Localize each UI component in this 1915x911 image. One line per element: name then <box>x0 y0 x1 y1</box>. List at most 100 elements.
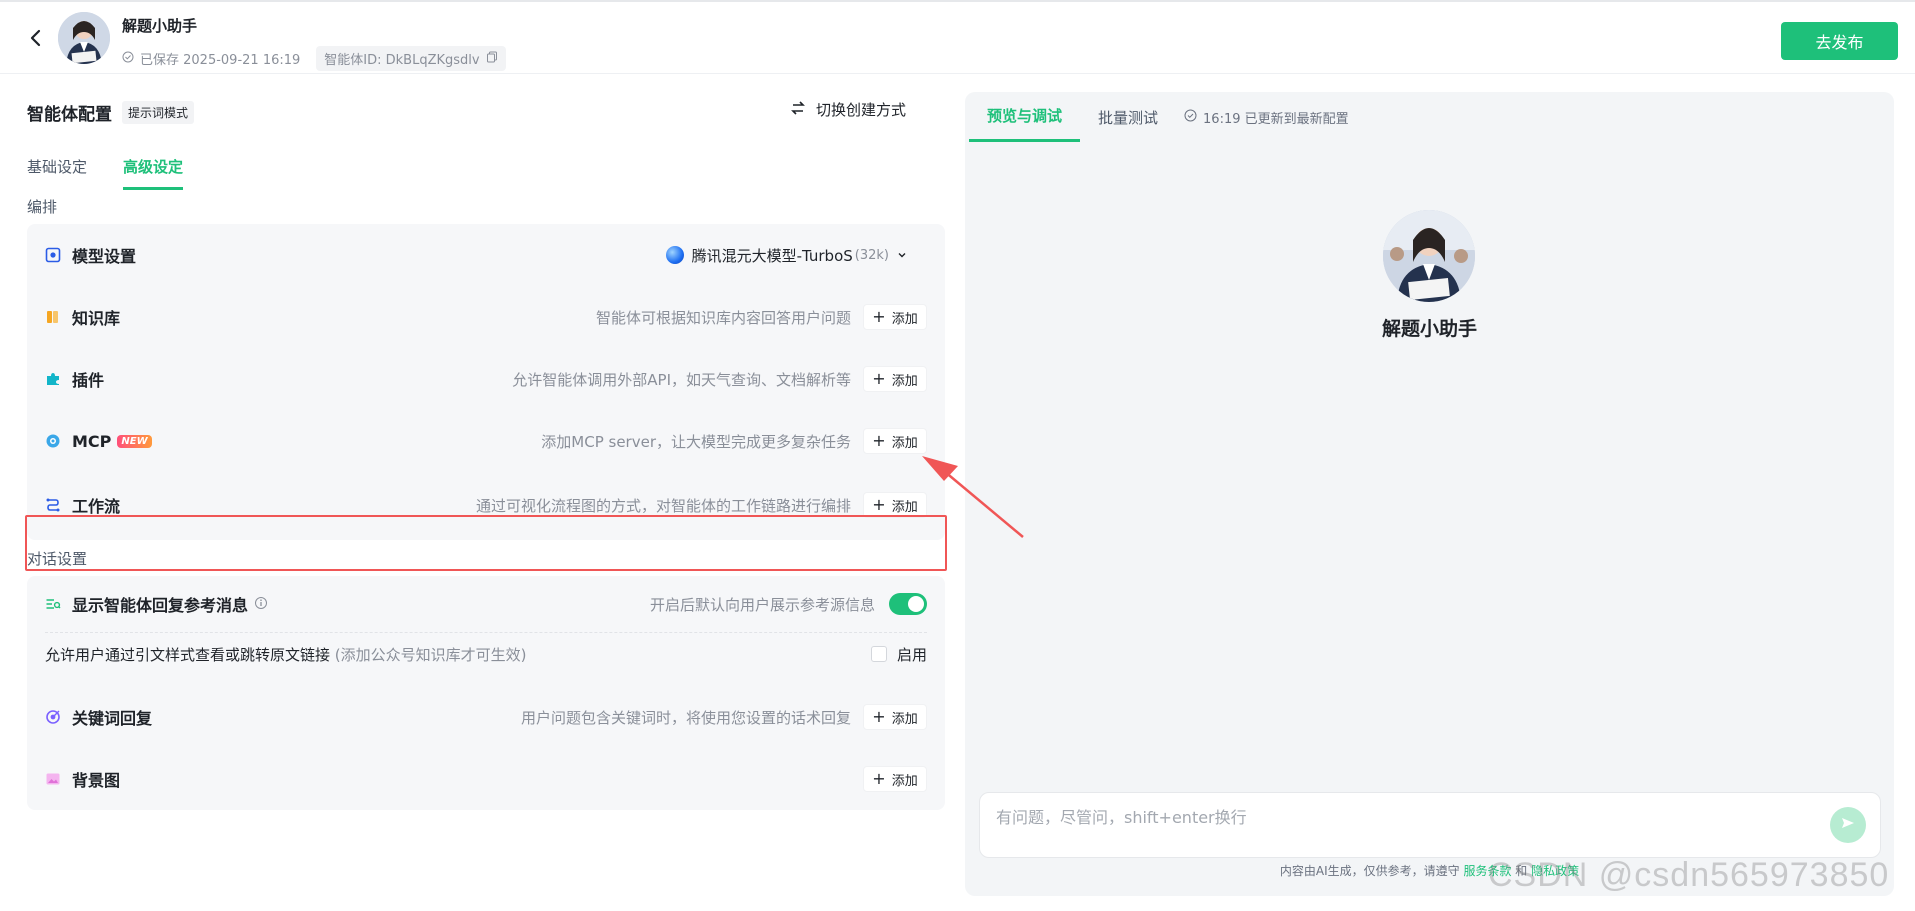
config-title-text: 智能体配置 <box>27 105 112 125</box>
send-icon <box>1840 815 1856 835</box>
knowledge-row: 知识库 智能体可根据知识库内容回答用户问题 + 添加 <box>27 286 945 348</box>
saved-status: 已保存 2025-09-21 16:19 <box>140 53 301 68</box>
plus-icon: + <box>872 431 886 450</box>
mcp-label: MCP <box>72 431 112 451</box>
header-meta: 已保存 2025-09-21 16:19 智能体ID: DkBLqZKgsdlv <box>122 46 506 71</box>
add-workflow-label: 添加 <box>891 499 918 515</box>
add-background-image-button[interactable]: + 添加 <box>863 766 927 792</box>
add-mcp-button[interactable]: + 添加 <box>863 428 927 454</box>
add-plugin-button[interactable]: + 添加 <box>863 366 927 392</box>
section-orchestration: 编排 <box>27 198 58 216</box>
check-circle-icon <box>1184 109 1197 126</box>
keyword-reply-row: 关键词回复 用户问题包含关键词时，将使用您设置的话术回复 + 添加 <box>27 686 945 748</box>
workflow-icon <box>45 497 61 513</box>
image-icon <box>45 771 61 787</box>
copy-icon[interactable] <box>486 51 498 67</box>
citation-link-row: 允许用户通过引文样式查看或跳转原文链接 (添加公众号知识库才可生效) 启用 <box>27 632 945 676</box>
workflow-row: 工作流 通过可视化流程图的方式，对智能体的工作链路进行编排 + 添加 <box>27 474 945 536</box>
citation-link-text: 允许用户通过引文样式查看或跳转原文链接 <box>45 645 331 664</box>
plugin-label: 插件 <box>72 371 105 390</box>
model-context: (32k) <box>854 247 889 263</box>
citation-link-hint: (添加公众号知识库才可生效) <box>334 645 527 664</box>
add-plugin-label: 添加 <box>891 373 918 389</box>
plus-icon: + <box>872 369 886 388</box>
enable-citation-checkbox-wrap: 启用 <box>870 644 927 665</box>
plugin-desc: 允许智能体调用外部API，如天气查询、文档解析等 <box>512 370 851 389</box>
plus-icon: + <box>872 495 886 514</box>
config-update-status: 16:19 已更新到最新配置 <box>1184 108 1349 127</box>
reference-msg-toggle[interactable] <box>889 593 927 615</box>
config-panel: 智能体配置 提示词模式 切换创建方式 基础设定 高级设定 编排 模型设置 腾讯混… <box>25 90 947 890</box>
keyword-reply-label: 关键词回复 <box>72 709 153 728</box>
new-badge: NEW <box>117 434 152 448</box>
preview-panel: 预览与调试 批量测试 16:19 已更新到最新配置 解题小助手 有问题，尽管问，… <box>965 92 1894 896</box>
add-mcp-label: 添加 <box>891 435 918 451</box>
agent-id-text: 智能体ID: DkBLqZKgsdlv <box>324 53 480 68</box>
knowledge-book-icon <box>45 309 61 325</box>
hunyuan-logo-icon <box>665 246 684 264</box>
knowledge-desc: 智能体可根据知识库内容回答用户问题 <box>595 308 851 327</box>
plus-icon: + <box>872 769 886 788</box>
model-settings-row: 模型设置 腾讯混元大模型-TurboS (32k) <box>27 224 945 286</box>
model-select-dropdown[interactable]: 腾讯混元大模型-TurboS (32k) <box>665 245 907 266</box>
keyword-reply-desc: 用户问题包含关键词时，将使用您设置的话术回复 <box>520 708 851 727</box>
plus-icon: + <box>872 707 886 726</box>
mcp-label-wrap: MCP NEW <box>72 432 152 451</box>
background-image-label: 背景图 <box>72 771 121 790</box>
agent-title: 解题小助手 <box>122 17 198 35</box>
orchestration-group: 模型设置 腾讯混元大模型-TurboS (32k) 知识库 智能体可根据知识库内… <box>27 224 945 540</box>
add-keyword-reply-button[interactable]: + 添加 <box>863 704 927 730</box>
tab-basic-settings[interactable]: 基础设定 <box>27 156 87 190</box>
back-arrow-icon[interactable] <box>24 26 48 50</box>
preview-tabs: 预览与调试 批量测试 16:19 已更新到最新配置 <box>969 92 1349 142</box>
tab-batch-test[interactable]: 批量测试 <box>1080 92 1176 142</box>
knowledge-label: 知识库 <box>72 309 121 328</box>
chevron-down-icon <box>897 246 907 264</box>
plugin-row: 插件 允许智能体调用外部API，如天气查询、文档解析等 + 添加 <box>27 348 945 410</box>
enable-citation-label: 启用 <box>896 645 927 664</box>
saved-check-icon <box>122 51 134 67</box>
send-button[interactable] <box>1830 807 1866 843</box>
workflow-label: 工作流 <box>72 497 121 516</box>
reference-msg-label: 显示智能体回复参考消息 <box>72 596 249 615</box>
agent-id-tag: 智能体ID: DkBLqZKgsdlv <box>316 46 506 71</box>
reference-msg-row: 显示智能体回复参考消息 开启后默认向用户展示参考源信息 <box>27 576 945 632</box>
top-header: 解题小助手 已保存 2025-09-21 16:19 智能体ID: DkBLqZ… <box>0 0 1915 74</box>
reference-msg-desc: 开启后默认向用户展示参考源信息 <box>649 595 875 614</box>
dialogue-group: 显示智能体回复参考消息 开启后默认向用户展示参考源信息 允许用户通过引文样式查看… <box>27 576 945 810</box>
config-tabs: 基础设定 高级设定 <box>27 156 184 190</box>
publish-button[interactable]: 去发布 <box>1781 22 1898 60</box>
model-name: 腾讯混元大模型-TurboS <box>691 246 853 265</box>
switch-create-mode-label: 切换创建方式 <box>816 101 907 119</box>
add-knowledge-button[interactable]: + 添加 <box>863 304 927 330</box>
plus-icon: + <box>872 307 886 326</box>
model-settings-label: 模型设置 <box>72 247 137 266</box>
add-workflow-button[interactable]: + 添加 <box>863 492 927 518</box>
config-title: 智能体配置 提示词模式 <box>27 100 195 125</box>
keyword-target-icon <box>45 709 61 725</box>
chat-input-box <box>979 792 1881 858</box>
add-knowledge-label: 添加 <box>891 311 918 327</box>
agent-avatar <box>58 12 110 64</box>
mcp-gear-icon <box>45 433 61 449</box>
add-background-image-label: 添加 <box>891 773 918 789</box>
enable-citation-checkbox[interactable] <box>870 646 887 662</box>
tab-advanced-settings[interactable]: 高级设定 <box>123 156 184 190</box>
switch-create-mode-button[interactable]: 切换创建方式 <box>790 99 906 120</box>
reference-msg-label-wrap: 显示智能体回复参考消息 <box>72 592 268 616</box>
bot-name: 解题小助手 <box>1381 318 1477 340</box>
add-keyword-reply-label: 添加 <box>891 711 918 727</box>
mcp-desc: 添加MCP server，让大模型完成更多复杂任务 <box>541 432 851 451</box>
chat-input[interactable] <box>996 808 1796 827</box>
tab-preview-debug[interactable]: 预览与调试 <box>969 92 1081 142</box>
bot-avatar <box>1383 210 1475 302</box>
mode-badge: 提示词模式 <box>122 101 195 124</box>
reference-list-icon <box>45 596 61 612</box>
info-icon[interactable] <box>254 595 268 614</box>
config-update-text: 16:19 已更新到最新配置 <box>1203 111 1349 127</box>
csdn-watermark: CSDN @csdn565973850 <box>1488 856 1890 894</box>
citation-link-text-wrap: 允许用户通过引文样式查看或跳转原文链接 (添加公众号知识库才可生效) <box>45 644 527 665</box>
model-icon <box>45 247 61 263</box>
disclaimer-text: 内容由AI生成，仅供参考，请遵守 <box>1279 864 1460 878</box>
background-image-row: 背景图 + 添加 <box>27 748 945 810</box>
